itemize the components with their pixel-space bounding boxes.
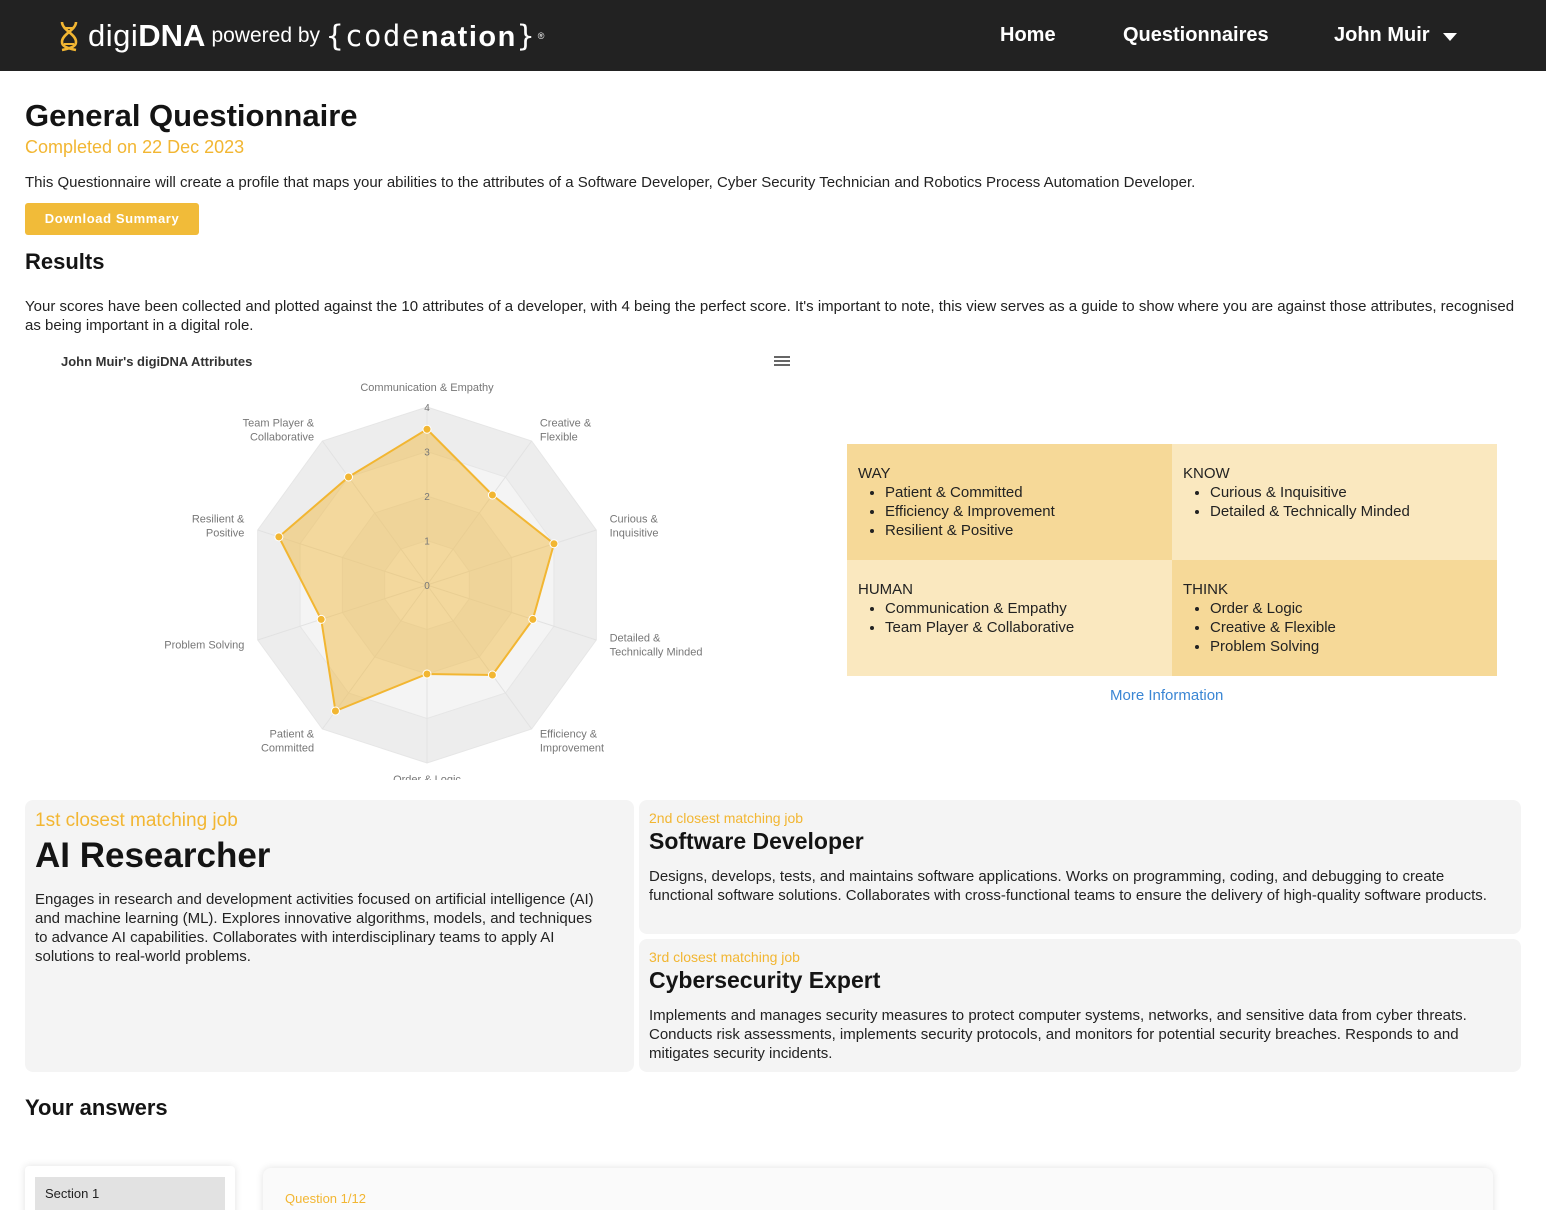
dna-icon bbox=[60, 21, 78, 52]
quadrant-think: THINK Order & Logic Creative & Flexible … bbox=[1172, 560, 1497, 676]
radar-data-point bbox=[422, 424, 432, 434]
section-panel: Section 1 bbox=[25, 1166, 235, 1210]
list-item: Detailed & Technically Minded bbox=[1210, 502, 1486, 521]
chart-title: John Muir's digiDNA Attributes bbox=[61, 354, 253, 369]
job-card-3: 3rd closest matching job Cybersecurity E… bbox=[639, 939, 1521, 1072]
page-title: General Questionnaire bbox=[25, 98, 358, 133]
radar-data-point bbox=[344, 472, 354, 482]
radar-tick-label: 1 bbox=[424, 537, 430, 548]
registered-mark: ® bbox=[537, 31, 545, 41]
quadrant-title: KNOW bbox=[1183, 465, 1230, 482]
radar-data-point bbox=[487, 490, 497, 500]
radar-data-point bbox=[330, 706, 340, 716]
radar-category-label: Patient & Committed bbox=[261, 728, 315, 754]
quadrant-way: WAY Patient & Committed Efficiency & Imp… bbox=[847, 444, 1172, 560]
radar-data-point bbox=[422, 669, 432, 679]
job-title: AI Researcher bbox=[35, 836, 271, 875]
radar-data-point bbox=[316, 614, 326, 624]
job-description: Engages in research and development acti… bbox=[35, 891, 594, 965]
list-item: Resilient & Positive bbox=[885, 521, 1161, 540]
radar-category-label: Problem Solving bbox=[164, 639, 244, 651]
radar-category-label: Communication & Empathy bbox=[360, 382, 494, 394]
list-item: Communication & Empathy bbox=[885, 599, 1161, 618]
results-text: Your scores have been collected and plot… bbox=[25, 298, 1515, 334]
list-item: Order & Logic bbox=[1210, 599, 1486, 618]
quadrant-human: HUMAN Communication & Empathy Team Playe… bbox=[847, 560, 1172, 676]
job-title: Cybersecurity Expert bbox=[649, 967, 881, 993]
radar-data-point bbox=[274, 532, 284, 542]
list-item: Creative & Flexible bbox=[1210, 618, 1486, 637]
quadrant-know: KNOW Curious & Inquisitive Detailed & Te… bbox=[1172, 444, 1497, 560]
job-card-2: 2nd closest matching job Software Develo… bbox=[639, 800, 1521, 934]
radar-tick-label: 0 bbox=[424, 581, 430, 592]
quadrant-title: WAY bbox=[858, 465, 891, 482]
quadrant-title: HUMAN bbox=[858, 581, 913, 598]
list-item: Team Player & Collaborative bbox=[885, 618, 1161, 637]
question-number: Question 1/12 bbox=[285, 1191, 366, 1206]
radar-category-label: Detailed & Technically Minded bbox=[610, 632, 703, 658]
radar-tick-label: 4 bbox=[424, 403, 430, 414]
list-item: Efficiency & Improvement bbox=[885, 502, 1161, 521]
job-title: Software Developer bbox=[649, 828, 864, 854]
user-menu[interactable]: John Muir bbox=[1334, 24, 1457, 47]
more-information-link[interactable]: More Information bbox=[1110, 687, 1223, 704]
chart-menu-icon[interactable] bbox=[774, 355, 790, 368]
radar-category-label: Resilient & Positive bbox=[192, 514, 245, 540]
job-rank: 3rd closest matching job bbox=[649, 949, 800, 965]
user-name: John Muir bbox=[1334, 24, 1430, 46]
radar-category-label: Curious & Inquisitive bbox=[610, 514, 659, 540]
radar-chart: 0 1 2 3 4 Communication & Empathy Creative & Fl… bbox=[164, 382, 703, 780]
results-heading: Results bbox=[25, 249, 105, 274]
download-summary-button[interactable]: Download Summary bbox=[25, 203, 199, 235]
radar-category-label: Efficiency & Improvement bbox=[540, 728, 604, 754]
digidna-logo[interactable]: digi DNA powered by {codenation} ® bbox=[58, 16, 544, 56]
logo-dna: DNA bbox=[138, 18, 206, 53]
logo-powered-by: powered by bbox=[211, 24, 321, 47]
caret-down-icon bbox=[1442, 33, 1457, 41]
job-description: Implements and manages security measures… bbox=[649, 1007, 1467, 1062]
job-description: Designs, develops, tests, and maintains … bbox=[649, 868, 1487, 904]
codenation-logo: {codenation} bbox=[326, 18, 536, 53]
section-item[interactable]: Section 1 bbox=[35, 1177, 225, 1210]
job-rank: 2nd closest matching job bbox=[649, 810, 804, 826]
radar-data-point bbox=[487, 670, 497, 680]
top-nav: digi DNA powered by {codenation} ® Home Qu… bbox=[0, 0, 1546, 71]
radar-data-point bbox=[549, 539, 559, 549]
intro-text: This Questionnaire will create a profile… bbox=[25, 174, 1196, 191]
list-item: Curious & Inquisitive bbox=[1210, 483, 1486, 502]
radar-category-label: Creative & Flexible bbox=[540, 418, 592, 444]
list-item: Problem Solving bbox=[1210, 637, 1486, 656]
list-item: Patient & Committed bbox=[885, 483, 1161, 502]
quadrant-title: THINK bbox=[1183, 581, 1228, 598]
completed-date: Completed on 22 Dec 2023 bbox=[25, 137, 245, 157]
radar-data-point bbox=[528, 614, 538, 624]
answers-heading: Your answers bbox=[25, 1095, 168, 1120]
radar-category-label: Order & Logic bbox=[393, 774, 461, 780]
job-rank: 1st closest matching job bbox=[35, 810, 238, 831]
radar-category-label: Team Player & Collaborative bbox=[243, 418, 315, 444]
question-panel: Question 1/12 bbox=[263, 1168, 1493, 1210]
radar-tick-label: 3 bbox=[424, 448, 430, 459]
radar-tick-label: 2 bbox=[424, 492, 430, 503]
job-card-1: 1st closest matching job AI Researcher E… bbox=[25, 800, 634, 1072]
logo-digi: digi bbox=[88, 18, 139, 53]
nav-questionnaires-link[interactable]: Questionnaires bbox=[1123, 24, 1269, 47]
nav-home-link[interactable]: Home bbox=[1000, 24, 1056, 47]
